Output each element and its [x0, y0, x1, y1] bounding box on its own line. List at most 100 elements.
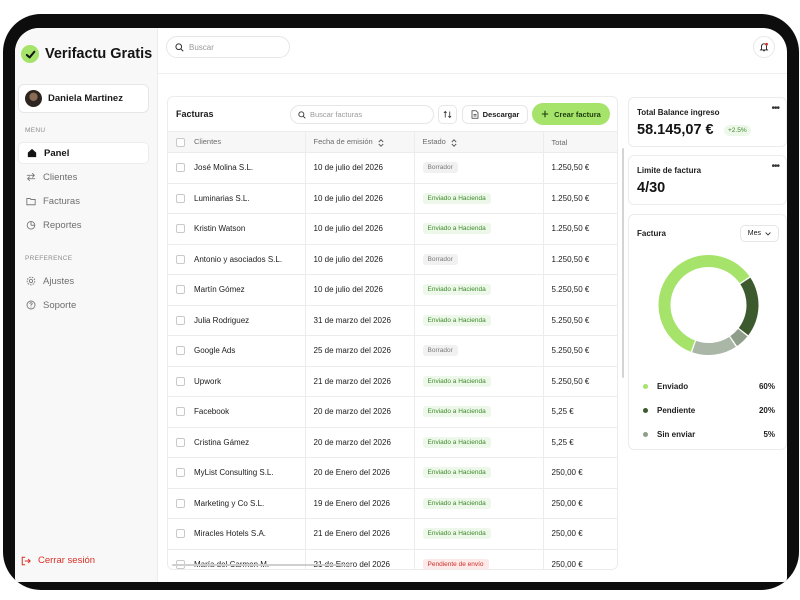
more-options-icon[interactable]: •••: [771, 161, 779, 172]
table-row[interactable]: Antonio y asociados S.L. 10 de julio del …: [168, 244, 617, 275]
invoices-search-input[interactable]: [310, 110, 425, 119]
more-options-icon[interactable]: •••: [771, 103, 779, 114]
sidebar-item-ajustes[interactable]: Ajustes: [18, 270, 149, 292]
status-cell: Enviado a Hacienda: [414, 305, 544, 336]
app-name: Verifactu Gratis: [45, 46, 153, 62]
client-cell: MyList Consulting S.L.: [168, 457, 306, 489]
date-cell: 20 de Enero del 2026: [305, 457, 415, 489]
status-badge: Enviado a Hacienda: [422, 406, 491, 418]
total-cell: 1.250,50 €: [543, 244, 617, 275]
status-badge: Enviado a Hacienda: [422, 375, 491, 387]
notifications-button[interactable]: [753, 36, 775, 58]
table-row[interactable]: Kristin Watson 10 de julio del 2026 Enviad…: [168, 213, 617, 245]
app-logo[interactable]: Verifactu Gratis: [21, 45, 152, 63]
table-row[interactable]: Facebook 20 de marzo del 2026 Enviado a Ha…: [168, 396, 617, 428]
date-cell: 10 de julio del 2026: [305, 213, 415, 245]
home-icon: [27, 148, 37, 158]
table-row[interactable]: María del Carmen M.21 de Enero del 2026 P…: [168, 549, 617, 569]
total-cell: 1.250,50 €: [543, 152, 617, 184]
folder-icon: [26, 198, 36, 206]
date-cell: 19 de Enero del 2026: [305, 488, 415, 519]
column-header-clientes[interactable]: Clientes: [168, 131, 306, 153]
date-cell: 10 de julio del 2026: [305, 183, 415, 214]
sidebar-item-reportes[interactable]: Reportes: [18, 214, 149, 236]
download-button[interactable]: Descargar: [462, 105, 528, 124]
status-cell: Borrador: [414, 244, 544, 275]
column-header-estado[interactable]: Estado: [414, 131, 544, 153]
sidebar-item-soporte[interactable]: Soporte: [18, 294, 149, 316]
user-menu[interactable]: Daniela Martinez: [18, 84, 149, 113]
date-cell: 10 de julio del 2026: [305, 244, 415, 275]
row-checkbox[interactable]: [176, 407, 185, 417]
row-checkbox[interactable]: [176, 193, 185, 203]
table-row[interactable]: Martín Gómez 10 de julio del 2026 Enviado …: [168, 274, 617, 306]
client-cell: Kristin Watson: [168, 213, 306, 245]
logout-label: Cerrar sesión: [38, 555, 96, 566]
legend-item: Enviado 60%: [643, 382, 775, 391]
status-badge: Enviado a Hacienda: [422, 436, 491, 448]
table-row[interactable]: Luminarias S.L. 10 de julio del 2026 Envia…: [168, 183, 617, 214]
table-row[interactable]: Marketing y Co S.L. 19 de Enero del 2026 E…: [168, 488, 617, 519]
column-header-total[interactable]: Total: [543, 131, 617, 153]
row-checkbox[interactable]: [176, 315, 185, 325]
plus-icon: [541, 110, 549, 118]
client-cell: Miracles Hotels S.A.: [168, 518, 306, 550]
table-row[interactable]: Cristina Gámez 20 de marzo del 2026 Enviad…: [168, 427, 617, 458]
row-checkbox[interactable]: [176, 498, 185, 508]
status-cell: Enviado a Hacienda: [414, 457, 544, 489]
invoices-search[interactable]: [290, 105, 434, 124]
create-invoice-label: Crear factura: [554, 109, 601, 119]
create-invoice-button[interactable]: Crear factura: [532, 103, 610, 125]
table-header-row: Clientes Fecha de emisión Estado Total: [168, 131, 617, 153]
period-select[interactable]: Mes: [739, 225, 779, 242]
help-icon: [26, 300, 36, 310]
sort-icon: [443, 110, 452, 119]
total-cell: 250,00 €: [543, 549, 617, 569]
horizontal-scrollbar[interactable]: [172, 564, 352, 566]
row-checkbox[interactable]: [176, 254, 185, 264]
client-cell: Google Ads: [168, 335, 306, 367]
table-row[interactable]: Google Ads 25 de marzo del 2026 Borrador 5.…: [168, 335, 617, 367]
row-checkbox[interactable]: [176, 529, 185, 539]
legend-label: Enviado: [657, 382, 689, 391]
sort-button[interactable]: [438, 105, 457, 124]
row-checkbox[interactable]: [176, 285, 185, 295]
sidebar-item-panel[interactable]: Panel: [18, 142, 149, 164]
legend-value: 5%: [763, 430, 775, 439]
legend-swatch: [643, 432, 648, 437]
table-row[interactable]: Julia Rodriguez 31 de marzo del 2026 Envia…: [168, 305, 617, 336]
donut-segment-other[interactable]: [692, 336, 736, 355]
column-header-fecha[interactable]: Fecha de emisión: [305, 131, 415, 153]
donut-segment-pendiente[interactable]: [738, 277, 759, 336]
sidebar-item-clientes[interactable]: Clientes: [18, 166, 149, 188]
vertical-scrollbar[interactable]: [622, 148, 624, 378]
download-label: Descargar: [482, 110, 520, 119]
row-checkbox[interactable]: [176, 468, 185, 478]
row-checkbox[interactable]: [176, 376, 185, 386]
status-badge: Borrador: [422, 345, 458, 357]
table-row[interactable]: Upwork 21 de marzo del 2026 Enviado a Haci…: [168, 366, 617, 397]
table-row[interactable]: MyList Consulting S.L. 20 de Enero del 20…: [168, 457, 617, 489]
invoice-status-donut-chart: [658, 254, 759, 355]
preference-section-label: PREFERENCE: [25, 255, 73, 262]
status-badge: Borrador: [422, 253, 458, 265]
sidebar-item-facturas[interactable]: Facturas: [18, 190, 149, 212]
select-all-checkbox[interactable]: [176, 137, 185, 147]
client-cell: Cristina Gámez: [168, 427, 306, 458]
row-checkbox[interactable]: [176, 346, 185, 356]
row-checkbox[interactable]: [176, 224, 185, 234]
status-cell: Borrador: [414, 335, 544, 367]
invoices-table-body: José Molina S.L. 10 de julio del 2026 Borr…: [168, 152, 617, 569]
logout-button[interactable]: Cerrar sesión: [21, 555, 95, 566]
row-checkbox[interactable]: [176, 437, 185, 447]
total-cell: 5,25 €: [543, 396, 617, 428]
table-row[interactable]: Miracles Hotels S.A. 21 de Enero del 2026…: [168, 518, 617, 550]
total-cell: 250,00 €: [543, 488, 617, 519]
search-icon: [175, 42, 184, 52]
table-row[interactable]: José Molina S.L. 10 de julio del 2026 Borr…: [168, 152, 617, 184]
global-search[interactable]: [166, 36, 290, 58]
top-bar: [158, 28, 787, 74]
global-search-input[interactable]: [189, 42, 279, 52]
status-badge: Enviado a Hacienda: [422, 284, 491, 296]
row-checkbox[interactable]: [176, 163, 185, 173]
